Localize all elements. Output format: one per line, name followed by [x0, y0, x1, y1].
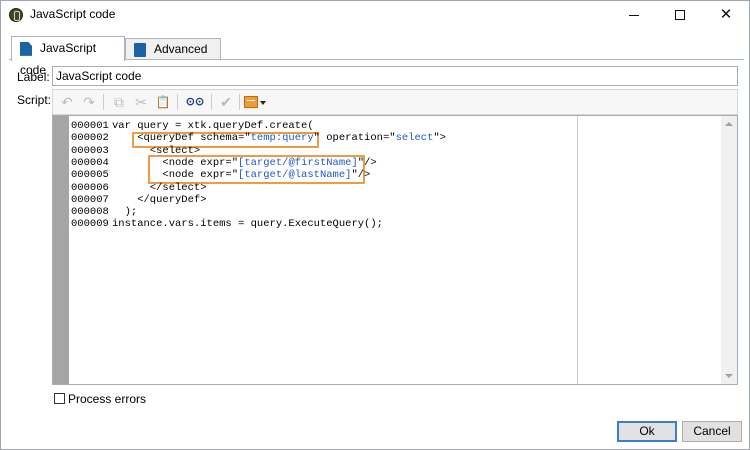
code-string: temp:query: [250, 132, 314, 145]
tab-javascript-code[interactable]: JavaScript code: [11, 36, 125, 77]
close-button[interactable]: ✕: [703, 1, 749, 29]
code-text: ">: [433, 132, 446, 145]
code-line: <queryDef schema="temp:query" operation=…: [112, 132, 446, 144]
code-text: </select>: [112, 181, 207, 194]
process-errors-checkbox[interactable]: [54, 393, 65, 404]
minimize-button[interactable]: [611, 1, 657, 29]
cancel-button-label: Cancel: [693, 424, 731, 438]
line-number: 000007: [71, 193, 109, 206]
copy-icon[interactable]: ⧉: [111, 94, 127, 110]
ok-button[interactable]: Ok: [617, 421, 677, 442]
code-string: select: [395, 132, 434, 145]
line-numbers: 000001 000002 000003 000004 000005 000006 0000…: [69, 116, 109, 384]
code-line: <select>: [112, 145, 200, 157]
line-number: 000004: [71, 156, 109, 169]
cancel-button[interactable]: Cancel: [682, 421, 742, 442]
line-number: 000005: [71, 169, 109, 182]
window-title: JavaScript code: [30, 7, 116, 21]
code-text: );: [112, 206, 138, 219]
code-text: " operation=": [313, 132, 396, 145]
toolbar-separator: [211, 94, 212, 110]
script-caption: Script:: [17, 93, 52, 107]
redo-icon[interactable]: ↷: [81, 94, 97, 110]
minimize-icon: [629, 14, 639, 16]
toolbar-separator: [103, 94, 104, 110]
line-number: 000006: [71, 181, 109, 194]
process-errors-label: Process errors: [68, 392, 147, 406]
editor-gutter: [53, 116, 69, 384]
insert-field-dropdown[interactable]: [244, 94, 268, 110]
code-line: </select>: [112, 182, 207, 194]
label-input[interactable]: [52, 66, 738, 86]
code-line: );: [112, 206, 138, 219]
code-text: instance.vars.items = query.ExecuteQuery…: [112, 218, 383, 231]
title-bar[interactable]: JavaScript code ✕: [1, 1, 749, 29]
script-icon: [20, 41, 32, 56]
check-syntax-icon[interactable]: ✔: [218, 94, 234, 110]
code-text: <select>: [112, 144, 201, 157]
tab-advanced[interactable]: Advanced: [125, 38, 221, 60]
toolbar-separator: [177, 94, 178, 110]
scroll-up-icon[interactable]: [725, 122, 733, 126]
toolbar-separator: [239, 94, 240, 110]
code-text: "/>: [357, 156, 377, 169]
code-line: <node expr="[target/@firstName]"/>: [112, 156, 377, 169]
code-line: <node expr="[target/@lastName]"/>: [112, 169, 370, 181]
vertical-scrollbar[interactable]: [721, 116, 737, 384]
dialog-window: JavaScript code ✕ JavaScript code Advanc…: [0, 0, 750, 450]
code-string: [target/@firstName]: [238, 156, 358, 169]
line-number: 000009: [71, 218, 109, 231]
code-text: <node expr=": [112, 156, 239, 169]
code-line: instance.vars.items = query.ExecuteQuery…: [112, 218, 383, 230]
undo-icon[interactable]: ↶: [59, 94, 75, 110]
code-text: </queryDef>: [112, 193, 207, 206]
code-text: <queryDef schema=": [112, 132, 251, 145]
insert-field-icon: [244, 96, 258, 108]
line-number: 000008: [71, 206, 109, 219]
close-icon: ✕: [719, 6, 733, 23]
tab-strip: JavaScript code Advanced: [9, 36, 744, 77]
line-number: 000003: [71, 144, 109, 157]
script-toolbar: ↶ ↷ ⧉ ✂ 📋 ⊙⊙ ✔: [52, 89, 738, 115]
code-editor[interactable]: 000001 000002 000003 000004 000005 000006 0000…: [52, 115, 738, 385]
code-line: </queryDef>: [112, 193, 207, 206]
code-text: "/>: [351, 169, 371, 182]
tab-label: Advanced: [154, 42, 208, 56]
line-number: 000001: [71, 120, 109, 132]
cut-icon[interactable]: ✂: [133, 94, 149, 110]
paste-icon[interactable]: 📋: [155, 94, 171, 110]
ok-button-label: Ok: [639, 424, 655, 438]
line-number: 000002: [71, 132, 109, 145]
code-line: var query = xtk.queryDef.create(: [112, 120, 314, 132]
chevron-down-icon: [260, 101, 266, 105]
maximize-button[interactable]: [657, 1, 703, 29]
code-area[interactable]: var query = xtk.queryDef.create( <queryD…: [109, 116, 578, 384]
scroll-down-icon[interactable]: [725, 374, 733, 378]
app-icon: [9, 8, 23, 22]
code-text: var query = xtk.queryDef.create(: [112, 120, 314, 132]
code-text: <node expr=": [112, 169, 239, 182]
maximize-icon: [675, 10, 685, 21]
code-string: [target/@lastName]: [238, 169, 352, 182]
clipboard-icon: [134, 42, 146, 57]
find-icon[interactable]: ⊙⊙: [185, 94, 205, 110]
editor-side-pane: [579, 116, 721, 384]
